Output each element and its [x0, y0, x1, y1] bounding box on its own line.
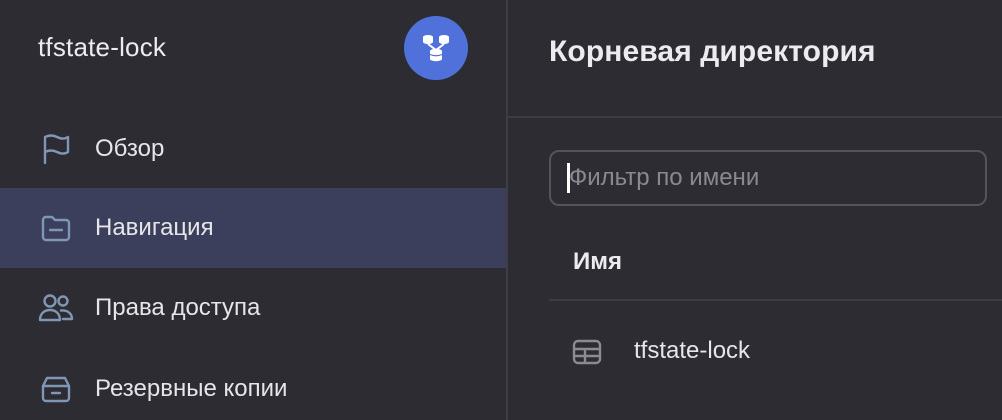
sidebar-item-label: Права доступа [95, 294, 261, 321]
sidebar-header: tfstate-lock [0, 0, 506, 96]
text-caret [567, 163, 570, 193]
archive-icon [36, 369, 76, 409]
filter-by-name-input[interactable] [549, 150, 987, 206]
sidebar-item-overview[interactable]: Обзор [0, 109, 506, 189]
sidebar-item-label: Навигация [95, 214, 214, 241]
divider [508, 116, 1002, 118]
users-icon [36, 288, 76, 328]
sidebar-item-access-rights[interactable]: Права доступа [0, 268, 506, 348]
row-name: tfstate-lock [634, 337, 751, 364]
database-title: tfstate-lock [38, 32, 167, 62]
database-badge[interactable] [404, 16, 468, 80]
app-window: tfstate-lock Обзор Навигация Права досту… [0, 0, 1002, 420]
main-content: Корневая директория Имя tfstate-lock [508, 0, 1002, 420]
table-row[interactable]: tfstate-lock [549, 322, 1002, 380]
sidebar-item-navigation[interactable]: Навигация [0, 188, 506, 268]
sidebar-item-backups[interactable]: Резервные копии [0, 349, 506, 420]
flag-icon [36, 129, 76, 169]
database-cluster-icon [423, 35, 449, 62]
sidebar-item-label: Обзор [95, 135, 165, 162]
table-icon [572, 339, 602, 365]
column-header-name[interactable]: Имя [573, 247, 622, 277]
folder-icon [36, 208, 76, 248]
divider [549, 299, 1002, 301]
sidebar: tfstate-lock Обзор Навигация Права досту… [0, 0, 508, 420]
page-title: Корневая директория [549, 35, 876, 68]
sidebar-item-label: Резервные копии [95, 375, 288, 402]
